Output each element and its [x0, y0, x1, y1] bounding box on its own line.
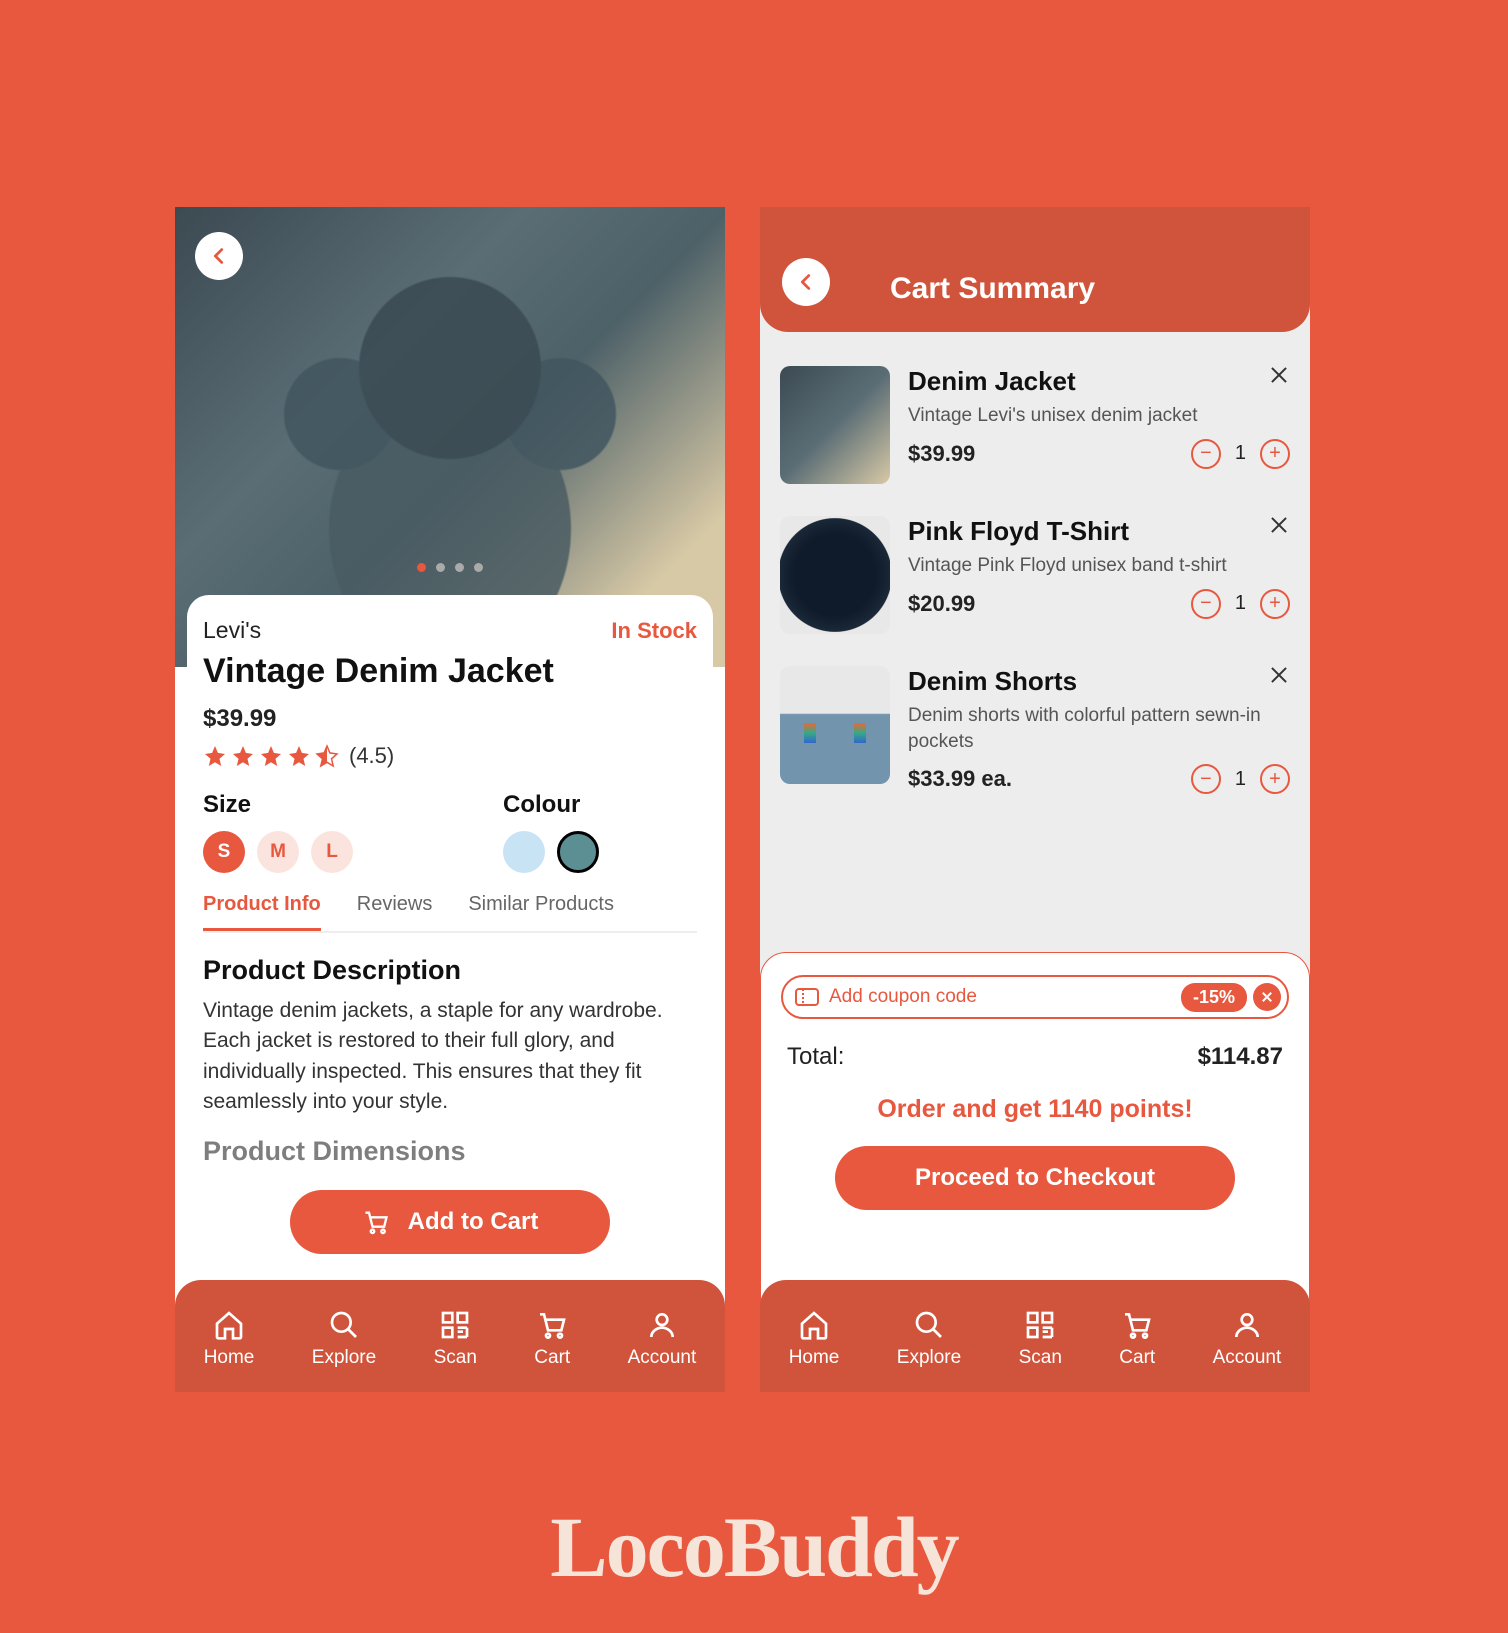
description-text: Vintage denim jackets, a staple for any …: [203, 996, 697, 1118]
colour-swatch-teal[interactable]: [557, 831, 599, 873]
cart-item-desc: Vintage Levi's unisex denim jacket: [908, 403, 1290, 429]
size-option-s[interactable]: S: [203, 831, 245, 873]
qty-minus-button[interactable]: −: [1191, 439, 1221, 469]
description-heading: Product Description: [203, 955, 697, 986]
cart-screen: Cart Summary Denim Jacket Vintage Levi's…: [760, 207, 1310, 1392]
nav-cart[interactable]: Cart: [1119, 1309, 1155, 1369]
rating-stars: (4.5): [203, 743, 697, 769]
bottom-nav: Home Explore Scan Cart Account: [175, 1280, 725, 1392]
nav-cart[interactable]: Cart: [534, 1309, 570, 1369]
back-button[interactable]: [195, 232, 243, 280]
cart-item: Denim Jacket Vintage Levi's unisex denim…: [780, 350, 1290, 500]
size-option-l[interactable]: L: [311, 831, 353, 873]
cart-item-thumb: [780, 666, 890, 784]
cart-item-thumb: [780, 366, 890, 484]
cart-icon: [362, 1208, 390, 1236]
quantity-stepper: − 1 +: [1191, 589, 1290, 619]
qty-value: 1: [1235, 592, 1246, 615]
cart-item-desc: Vintage Pink Floyd unisex band t-shirt: [908, 553, 1290, 579]
stock-status: In Stock: [611, 618, 697, 644]
qty-minus-button[interactable]: −: [1191, 764, 1221, 794]
home-icon: [213, 1309, 245, 1341]
remove-item-button[interactable]: [1268, 664, 1290, 686]
brand-logo: LocoBuddy: [550, 1497, 957, 1597]
search-icon: [913, 1309, 945, 1341]
search-icon: [328, 1309, 360, 1341]
carousel-dots[interactable]: [417, 563, 483, 572]
qty-minus-button[interactable]: −: [1191, 589, 1221, 619]
product-info-card: Levi's In Stock Vintage Denim Jacket $39…: [187, 595, 713, 1215]
product-title: Vintage Denim Jacket: [203, 652, 697, 691]
checkout-button[interactable]: Proceed to Checkout: [835, 1146, 1235, 1210]
nav-account[interactable]: Account: [628, 1309, 697, 1369]
quantity-stepper: − 1 +: [1191, 764, 1290, 794]
qty-plus-button[interactable]: +: [1260, 439, 1290, 469]
cart-icon: [1121, 1309, 1153, 1341]
cart-item-title: Denim Shorts: [908, 666, 1290, 697]
points-message: Order and get 1140 points!: [781, 1095, 1289, 1124]
nav-explore[interactable]: Explore: [897, 1309, 961, 1369]
coupon-placeholder: Add coupon code: [829, 986, 1181, 1008]
nav-scan[interactable]: Scan: [434, 1309, 477, 1369]
product-tabs: Product Info Reviews Similar Products: [203, 893, 697, 933]
remove-item-button[interactable]: [1268, 514, 1290, 536]
tab-similar[interactable]: Similar Products: [468, 893, 614, 931]
account-icon: [1231, 1309, 1263, 1341]
size-option-m[interactable]: M: [257, 831, 299, 873]
cart-item-thumb: [780, 516, 890, 634]
nav-account[interactable]: Account: [1213, 1309, 1282, 1369]
coupon-input[interactable]: Add coupon code -15%: [781, 975, 1289, 1019]
total-value: $114.87: [1198, 1043, 1283, 1071]
cart-items-list: Denim Jacket Vintage Levi's unisex denim…: [760, 332, 1310, 952]
add-to-cart-button[interactable]: Add to Cart: [290, 1190, 610, 1254]
cart-item-price: $20.99: [908, 591, 975, 617]
dimensions-heading: Product Dimensions: [203, 1136, 697, 1167]
nav-home[interactable]: Home: [789, 1309, 840, 1369]
scan-icon: [1024, 1309, 1056, 1341]
scan-icon: [439, 1309, 471, 1341]
colour-swatch-light[interactable]: [503, 831, 545, 873]
size-selector: Size S M L: [203, 791, 353, 873]
nav-explore[interactable]: Explore: [312, 1309, 376, 1369]
qty-value: 1: [1235, 442, 1246, 465]
coupon-icon: [795, 988, 819, 1006]
discount-pill: -15%: [1181, 983, 1247, 1012]
back-button[interactable]: [782, 258, 830, 306]
cart-header: Cart Summary: [760, 207, 1310, 332]
quantity-stepper: − 1 +: [1191, 439, 1290, 469]
cart-item-price: $33.99 ea.: [908, 766, 1012, 792]
clear-coupon-button[interactable]: [1253, 983, 1281, 1011]
cart-item-title: Pink Floyd T-Shirt: [908, 516, 1290, 547]
bottom-nav: Home Explore Scan Cart Account: [760, 1280, 1310, 1392]
qty-plus-button[interactable]: +: [1260, 589, 1290, 619]
nav-home[interactable]: Home: [204, 1309, 255, 1369]
cart-icon: [536, 1309, 568, 1341]
cart-item-desc: Denim shorts with colorful pattern sewn-…: [908, 703, 1290, 754]
qty-value: 1: [1235, 768, 1246, 791]
cart-item: Pink Floyd T-Shirt Vintage Pink Floyd un…: [780, 500, 1290, 650]
brand-label: Levi's: [203, 617, 261, 644]
nav-scan[interactable]: Scan: [1019, 1309, 1062, 1369]
colour-selector: Colour: [503, 791, 599, 873]
page-title: Cart Summary: [890, 272, 1095, 306]
total-label: Total:: [787, 1043, 844, 1071]
cart-item-title: Denim Jacket: [908, 366, 1290, 397]
rating-value: (4.5): [349, 743, 394, 769]
product-screen: Levi's In Stock Vintage Denim Jacket $39…: [175, 207, 725, 1392]
account-icon: [646, 1309, 678, 1341]
cart-item-price: $39.99: [908, 441, 975, 467]
cart-item: Denim Shorts Denim shorts with colorful …: [780, 650, 1290, 810]
home-icon: [798, 1309, 830, 1341]
remove-item-button[interactable]: [1268, 364, 1290, 386]
product-price: $39.99: [203, 705, 697, 733]
qty-plus-button[interactable]: +: [1260, 764, 1290, 794]
tab-product-info[interactable]: Product Info: [203, 893, 321, 931]
tab-reviews[interactable]: Reviews: [357, 893, 433, 931]
